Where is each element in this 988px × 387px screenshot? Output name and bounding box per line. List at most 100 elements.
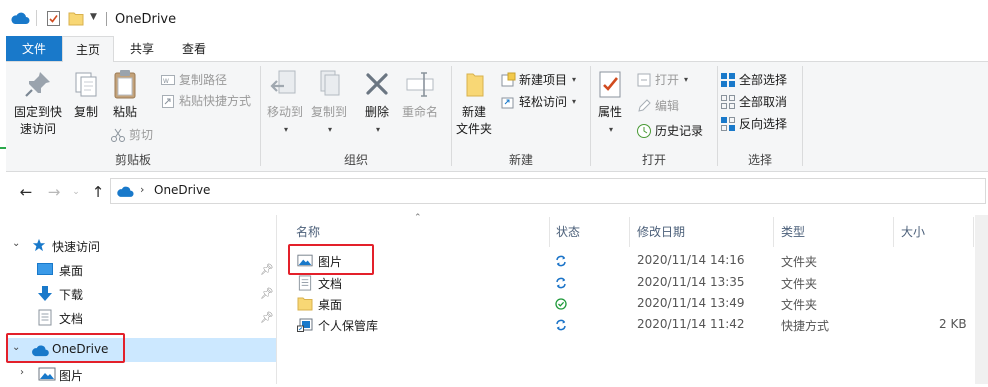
select-group-label: 选择 (747, 153, 772, 167)
vault-shortcut-icon (297, 318, 313, 332)
sync-icon (556, 319, 566, 331)
column-header-type[interactable]: 类型 (781, 223, 805, 240)
onedrive-cloud-icon (32, 345, 49, 357)
cut-button[interactable]: 剪切 (110, 127, 153, 143)
pinned-icon: 📌︎ (260, 263, 274, 276)
pinned-icon: 📌︎ (260, 287, 274, 300)
select-all-button[interactable]: 全部选择 (720, 72, 787, 88)
select-none-button[interactable]: 全部取消 (720, 94, 787, 110)
address-bar: ← → ⌄ ↑ › OneDrive (6, 178, 988, 206)
nav-item-quick-access[interactable]: ⌄ 快速访问 (6, 234, 276, 258)
file-size: 2 KB (939, 317, 967, 331)
nav-item-documents[interactable]: 文档 📌︎ (6, 306, 276, 330)
breadcrumb-chevron-icon[interactable]: › (140, 183, 144, 196)
customize-quick-access-dropdown[interactable]: ▼ (90, 12, 97, 22)
sync-icon (556, 255, 566, 267)
column-header-modified[interactable]: 修改日期 (637, 223, 685, 240)
table-row[interactable]: 文档 2020/11/14 13:35 文件夹 (277, 272, 977, 294)
paste-button[interactable]: 粘贴 (106, 68, 144, 121)
properties-button[interactable]: 属性 ▾ (594, 68, 626, 138)
new-folder-quick-icon[interactable] (68, 11, 84, 26)
expand-caret-icon[interactable]: ⌄ (12, 238, 20, 249)
column-header-status[interactable]: 状态 (556, 223, 580, 240)
tab-home[interactable]: 主页 (62, 36, 114, 62)
synced-check-icon (555, 298, 567, 310)
history-button[interactable]: 历史记录 (636, 123, 703, 139)
pictures-folder-icon (297, 254, 313, 267)
table-row[interactable]: 个人保管库 2020/11/14 11:42 快捷方式 2 KB (277, 314, 977, 336)
paste-shortcut-button[interactable]: 粘贴快捷方式 (160, 93, 251, 109)
table-row[interactable]: 图片 2020/11/14 14:16 文件夹 (277, 250, 977, 272)
edit-button[interactable]: 编辑 (636, 98, 679, 114)
file-type: 文件夹 (781, 298, 818, 312)
address-field[interactable] (110, 178, 986, 204)
file-modified: 2020/11/14 11:42 (637, 317, 745, 331)
nav-item-onedrive[interactable]: ⌄ OneDrive (6, 338, 276, 362)
copy-path-button[interactable]: W 复制路径 (160, 72, 227, 88)
collapse-caret-icon[interactable]: › (20, 367, 24, 378)
file-name: 桌面 (318, 298, 343, 312)
pin-icon (25, 72, 50, 97)
copy-to-icon (320, 70, 340, 96)
copy-icon (75, 72, 97, 97)
documents-folder-icon (298, 275, 312, 291)
tab-share[interactable]: 共享 (116, 36, 168, 62)
paste-shortcut-icon (162, 95, 174, 108)
forward-arrow-icon[interactable]: → (44, 182, 64, 202)
new-group-label: 新建 (508, 153, 533, 167)
breadcrumb-onedrive[interactable]: OneDrive (154, 183, 210, 197)
delete-x-icon (366, 73, 388, 95)
file-modified: 2020/11/14 14:16 (637, 253, 745, 267)
file-name: 个人保管库 (318, 319, 379, 333)
easy-access-button[interactable]: 轻松访问 ▾ (500, 94, 576, 110)
history-icon (637, 124, 651, 138)
rename-button[interactable]: 重命名 (398, 68, 442, 121)
sync-icon (556, 277, 566, 289)
invert-selection-button[interactable]: 反向选择 (720, 116, 787, 132)
title-bar: ▼ OneDrive (0, 0, 988, 36)
vertical-scrollbar[interactable] (975, 215, 988, 384)
navigation-pane: ⌄ 快速访问 桌面 📌︎ 下载 📌︎ 文档 📌︎ ⌄ OneDrive › 图片 (6, 215, 276, 384)
organize-group-label: 组织 (343, 153, 368, 167)
tab-file[interactable]: 文件 (6, 36, 62, 62)
expand-caret-icon[interactable]: ⌄ (12, 342, 20, 353)
column-header-size[interactable]: 大小 (901, 223, 925, 240)
svg-text:W: W (163, 78, 169, 85)
desktop-icon (37, 263, 53, 275)
nav-item-desktop[interactable]: 桌面 📌︎ (6, 258, 276, 282)
open-group-label: 打开 (641, 153, 666, 167)
open-icon (637, 73, 651, 87)
file-type: 文件夹 (781, 255, 818, 269)
easy-access-icon (501, 97, 514, 109)
ribbon: 固定到快 速访问 复制 粘贴 W 复制路径 粘贴快捷方式 剪切 剪贴板 移动到 … (6, 61, 988, 172)
table-row[interactable]: 桌面 2020/11/14 13:49 文件夹 (277, 293, 977, 315)
copy-to-button[interactable]: 复制到 ▾ (308, 68, 350, 138)
new-item-button[interactable]: 新建项目 ▾ (500, 72, 576, 88)
open-button[interactable]: 打开 ▾ (636, 72, 688, 88)
back-arrow-icon[interactable]: ← (16, 182, 36, 202)
delete-button[interactable]: 删除 ▾ (358, 68, 396, 138)
column-header-name[interactable]: 名称 (296, 223, 320, 240)
select-all-icon (721, 73, 735, 87)
window-title: OneDrive (115, 12, 177, 27)
file-modified: 2020/11/14 13:35 (637, 275, 745, 289)
address-cloud-icon (117, 186, 134, 197)
properties-quick-icon[interactable] (46, 10, 62, 27)
nav-item-downloads[interactable]: 下载 📌︎ (6, 282, 276, 306)
pin-to-quick-access-button[interactable]: 固定到快 速访问 (8, 68, 68, 138)
sort-ascending-icon: ⌃ (414, 213, 422, 223)
move-to-button[interactable]: 移动到 ▾ (264, 68, 306, 138)
file-type: 快捷方式 (781, 319, 830, 333)
copy-path-icon: W (161, 75, 175, 85)
recent-locations-chevron-icon[interactable]: ⌄ (66, 182, 86, 202)
file-name: 图片 (318, 255, 343, 269)
nav-item-pictures[interactable]: › 图片 (6, 363, 276, 387)
file-list: ⌃ 名称 状态 修改日期 类型 大小 图片 2020/11/14 14:16 文… (277, 213, 988, 384)
up-arrow-icon[interactable]: ↑ (88, 182, 108, 202)
new-item-icon (501, 72, 516, 87)
new-folder-button[interactable]: 新建 文件夹 (454, 68, 494, 138)
tab-view[interactable]: 查看 (168, 36, 220, 62)
document-icon (38, 309, 52, 326)
copy-button[interactable]: 复制 (68, 68, 104, 121)
invert-selection-icon (721, 117, 735, 131)
